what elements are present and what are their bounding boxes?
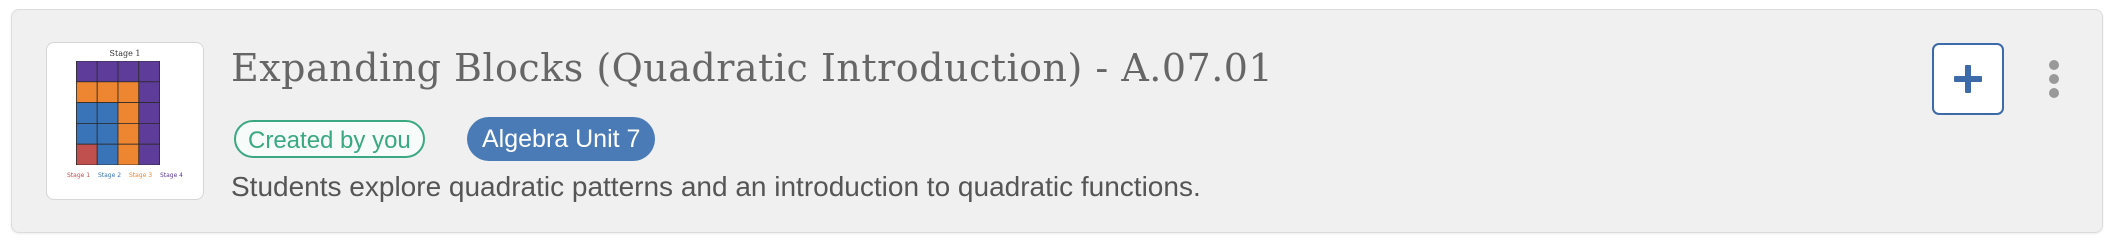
thumbnail-block [75,61,98,83]
thumbnail-legend: Stage 1 Stage 2 Stage 3 Stage 4 [47,172,203,179]
vertical-ellipsis-icon [2042,60,2066,98]
thumbnail-block [117,102,140,124]
thumbnail-block [138,123,161,145]
thumbnail-block [96,61,119,83]
more-options-button[interactable] [2042,60,2066,110]
thumbnail-block [75,102,98,124]
unit-tag[interactable]: Algebra Unit 7 [467,117,656,161]
thumbnail-block [75,123,98,145]
thumbnail-block [138,81,161,103]
activity-title[interactable]: Expanding Blocks (Quadratic Introduction… [231,46,1273,90]
thumbnail-block [75,143,98,165]
thumbnail-block [96,102,119,124]
thumbnail-block [117,123,140,145]
thumbnail-legend-item: Stage 1 [66,172,91,179]
thumbnail-block [138,102,161,124]
thumbnail-block [96,143,119,165]
thumbnail-legend-item: Stage 3 [128,172,153,179]
activity-description: Students explore quadratic patterns and … [231,171,1201,202]
add-button[interactable] [1932,43,2004,115]
thumbnail-block [117,61,140,83]
thumbnail-block [96,81,119,103]
activity-thumbnail[interactable]: Stage 1 Stage 1 Stage 2 Stage 3 Stage 4 [46,42,204,200]
created-by-you-badge: Created by you [234,120,425,158]
thumbnail-block [117,81,140,103]
thumbnail-title: Stage 1 [109,49,141,58]
thumbnail-legend-item: Stage 4 [159,172,183,179]
thumbnail-block-grid [75,61,161,165]
activity-card[interactable]: Stage 1 Stage 1 Stage 2 Stage 3 Stage 4 … [11,9,2103,233]
thumbnail-block [96,123,119,145]
thumbnail-block [138,61,161,83]
thumbnail-legend-item: Stage 2 [97,172,122,179]
thumbnail-block [75,81,98,103]
thumbnail-block [117,143,140,165]
thumbnail-block [138,143,161,165]
plus-icon [1954,65,1982,93]
